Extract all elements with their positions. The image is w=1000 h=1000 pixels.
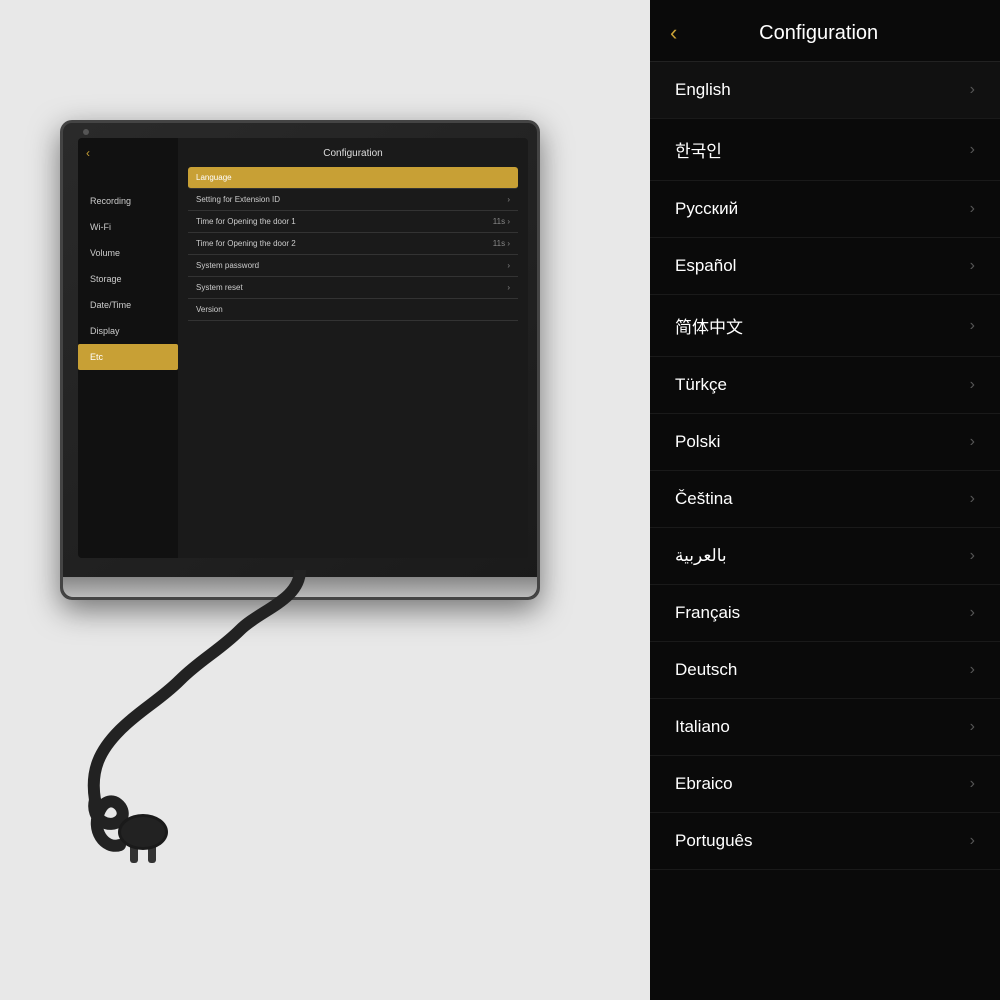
- language-item-russian[interactable]: Русский ›: [650, 181, 1000, 238]
- sidebar-display[interactable]: Display: [78, 318, 178, 344]
- chevron-right-icon: ›: [507, 195, 510, 204]
- screen-back-button[interactable]: ‹: [86, 146, 90, 160]
- language-name-chinese: 简体中文: [675, 313, 743, 338]
- phone-panel: ‹ Configuration English › 한국인 › Русский …: [650, 0, 1000, 1000]
- language-item-turkish[interactable]: Türkçe ›: [650, 357, 1000, 414]
- screen-menu-reset[interactable]: System reset ›: [188, 277, 518, 299]
- language-name-hebrew: Ebraico: [675, 774, 733, 794]
- language-item-korean[interactable]: 한국인 ›: [650, 119, 1000, 181]
- screen-config-title: Configuration: [188, 148, 518, 159]
- language-item-polish[interactable]: Polski ›: [650, 414, 1000, 471]
- language-name-turkish: Türkçe: [675, 375, 727, 395]
- sidebar-recording[interactable]: Recording: [78, 188, 178, 214]
- language-name-polish: Polski: [675, 432, 720, 452]
- chevron-right-icon: ›: [970, 490, 975, 508]
- screen-menu-extension[interactable]: Setting for Extension ID ›: [188, 189, 518, 211]
- language-name-english: English: [675, 80, 731, 100]
- monitor-frame: ‹ Recording Wi-Fi Volume Storage Date/Ti…: [60, 120, 540, 600]
- chevron-right-icon: ›: [970, 775, 975, 793]
- language-name-korean: 한국인: [675, 137, 722, 162]
- monitor-screen: ‹ Recording Wi-Fi Volume Storage Date/Ti…: [78, 138, 528, 558]
- language-name-russian: Русский: [675, 199, 738, 219]
- sidebar-etc[interactable]: Etc: [78, 344, 178, 370]
- language-item-hebrew[interactable]: Ebraico ›: [650, 756, 1000, 813]
- screen-menu-language-label: Language: [196, 173, 232, 182]
- language-name-french: Français: [675, 603, 740, 623]
- chevron-right-icon: ›: [507, 283, 510, 292]
- language-item-portuguese[interactable]: Português ›: [650, 813, 1000, 870]
- chevron-right-icon: ›: [970, 433, 975, 451]
- language-item-french[interactable]: Français ›: [650, 585, 1000, 642]
- chevron-right-icon: 11s ›: [493, 239, 510, 248]
- language-name-spanish: Español: [675, 256, 736, 276]
- screen-menu-language[interactable]: Language: [188, 167, 518, 189]
- language-name-german: Deutsch: [675, 660, 737, 680]
- language-item-czech[interactable]: Čeština ›: [650, 471, 1000, 528]
- chevron-right-icon: 11s ›: [493, 217, 510, 226]
- sidebar-wifi[interactable]: Wi-Fi: [78, 214, 178, 240]
- chevron-right-icon: ›: [970, 257, 975, 275]
- screen-menu-version[interactable]: Version: [188, 299, 518, 321]
- chevron-right-icon: ›: [507, 261, 510, 270]
- language-name-portuguese: Português: [675, 831, 753, 851]
- language-item-chinese[interactable]: 简体中文 ›: [650, 295, 1000, 357]
- chevron-right-icon: ›: [970, 376, 975, 394]
- phone-header: ‹ Configuration: [650, 0, 1000, 62]
- screen-menu-door1[interactable]: Time for Opening the door 1 11s ›: [188, 211, 518, 233]
- language-item-german[interactable]: Deutsch ›: [650, 642, 1000, 699]
- power-cable: [80, 570, 380, 870]
- chevron-right-icon: ›: [970, 604, 975, 622]
- screen-menu-version-label: Version: [196, 305, 223, 314]
- screen-menu-password-label: System password: [196, 261, 259, 270]
- screen-menu-door2-label: Time for Opening the door 2: [196, 239, 296, 248]
- camera-dot: [83, 129, 89, 135]
- chevron-right-icon: ›: [970, 200, 975, 218]
- chevron-right-icon: ›: [970, 81, 975, 99]
- language-item-spanish[interactable]: Español ›: [650, 238, 1000, 295]
- screen-menu-password[interactable]: System password ›: [188, 255, 518, 277]
- language-name-czech: Čeština: [675, 489, 733, 509]
- chevron-right-icon: ›: [970, 661, 975, 679]
- screen-sidebar: ‹ Recording Wi-Fi Volume Storage Date/Ti…: [78, 138, 178, 558]
- device-container: ‹ Recording Wi-Fi Volume Storage Date/Ti…: [20, 120, 580, 820]
- chevron-right-icon: ›: [970, 141, 975, 159]
- screen-main: Configuration Language Setting for Exten…: [178, 138, 528, 558]
- phone-back-button[interactable]: ‹: [670, 20, 677, 46]
- phone-config-title: Configuration: [687, 22, 950, 45]
- language-list: English › 한국인 › Русский › Español › 简体中文…: [650, 62, 1000, 1000]
- language-item-italian[interactable]: Italiano ›: [650, 699, 1000, 756]
- language-item-arabic[interactable]: بالعربية ›: [650, 528, 1000, 585]
- sidebar-storage[interactable]: Storage: [78, 266, 178, 292]
- chevron-right-icon: ›: [970, 832, 975, 850]
- language-name-italian: Italiano: [675, 717, 730, 737]
- screen-menu-door1-label: Time for Opening the door 1: [196, 217, 296, 226]
- screen-menu-reset-label: System reset: [196, 283, 243, 292]
- screen-menu-door2[interactable]: Time for Opening the door 2 11s ›: [188, 233, 518, 255]
- language-item-english[interactable]: English ›: [650, 62, 1000, 119]
- sidebar-volume[interactable]: Volume: [78, 240, 178, 266]
- chevron-right-icon: ›: [970, 718, 975, 736]
- sidebar-datetime[interactable]: Date/Time: [78, 292, 178, 318]
- language-name-arabic: بالعربية: [675, 546, 727, 566]
- chevron-right-icon: ›: [970, 547, 975, 565]
- screen-menu-extension-label: Setting for Extension ID: [196, 195, 280, 204]
- chevron-right-icon: ›: [970, 317, 975, 335]
